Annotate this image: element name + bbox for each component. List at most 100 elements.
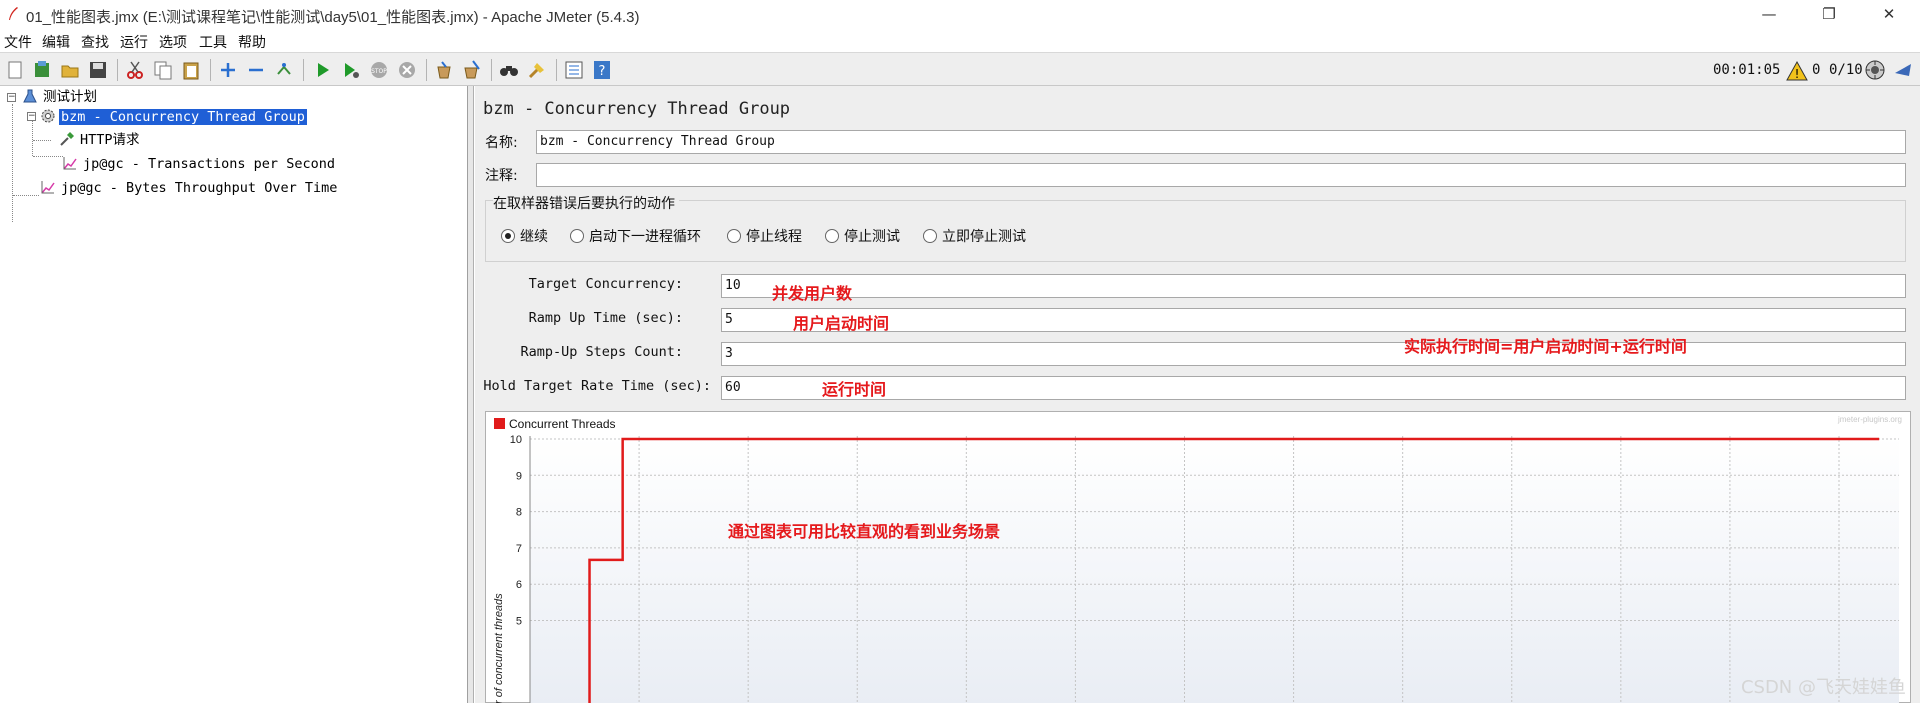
save-icon[interactable] — [87, 59, 109, 81]
chart-watermark: jmeter-plugins.org — [1837, 415, 1902, 424]
radio-dot — [501, 229, 515, 243]
pipette-icon — [60, 132, 74, 146]
chart-canvas: 10 9 8 7 6 5 r of concurrent threads Concurrent… — [493, 415, 1902, 703]
svg-text:STOP: STOP — [371, 68, 387, 75]
concurrency-chart: 10 9 8 7 6 5 r of concurrent threads Concurrent… — [485, 411, 1911, 703]
annotation-chart-note: 通过图表可用比较直观的看到业务场景 — [728, 522, 1001, 541]
sampler-error-legend: 在取样器错误后要执行的动作 — [493, 193, 679, 213]
new-icon[interactable] — [4, 59, 26, 81]
menu-options[interactable]: 选项 — [159, 32, 187, 52]
tree-item-thread-group[interactable]: bzm - Concurrency Thread Group — [40, 107, 307, 127]
y-tick-label: 8 — [516, 507, 522, 519]
restore-button[interactable]: ❐ — [1806, 0, 1852, 30]
radio-continue[interactable]: 继续 — [501, 226, 548, 246]
graph-icon — [41, 181, 55, 194]
y-tick-label: 10 — [510, 434, 522, 446]
radio-label: 启动下一进程循环 — [589, 229, 701, 245]
clear-icon[interactable] — [433, 59, 455, 81]
menu-help[interactable]: 帮助 — [238, 32, 266, 52]
ramp-up-steps-label: Ramp-Up Steps Count: — [520, 344, 683, 360]
tree-item-test-plan[interactable]: 测试计划 — [22, 87, 99, 107]
tree-label: 测试计划 — [43, 89, 97, 105]
window-title: 01_性能图表.jmx (E:\测试课程笔记\性能测试\day5\01_性能图表… — [26, 9, 640, 26]
hold-time-field[interactable]: 60 — [721, 376, 1906, 400]
radio-start-next-loop[interactable]: 启动下一进程循环 — [570, 226, 701, 246]
remote-status-icon[interactable] — [1864, 59, 1886, 81]
warning-icon[interactable]: ! — [1786, 60, 1808, 82]
start-icon[interactable] — [312, 59, 334, 81]
title-bar: 01_性能图表.jmx (E:\测试课程笔记\性能测试\day5\01_性能图表… — [0, 0, 1920, 30]
toolbar-separator — [117, 59, 118, 81]
tree-expander-test-plan[interactable]: − — [7, 93, 16, 102]
tree-item-http-request[interactable]: HTTP请求 — [59, 130, 142, 150]
active-threads: 0/10 — [1829, 62, 1863, 78]
jmeter-feather-icon — [9, 7, 18, 20]
ramp-up-label: Ramp Up Time (sec): — [528, 310, 683, 326]
radio-label: 停止测试 — [844, 229, 900, 245]
reset-search-icon[interactable] — [526, 59, 548, 81]
annotation-hold: 运行时间 — [822, 380, 887, 399]
tree-connector — [12, 104, 13, 222]
tree-item-tps-listener[interactable]: jp@gc - Transactions per Second — [62, 154, 337, 174]
panel-title: bzm - Concurrency Thread Group — [483, 99, 791, 119]
cut-icon[interactable] — [124, 59, 146, 81]
legend-swatch — [494, 418, 505, 429]
menu-search[interactable]: 查找 — [81, 32, 109, 52]
clear-all-icon[interactable] — [461, 59, 483, 81]
tree-label: bzm - Concurrency Thread Group — [59, 109, 307, 125]
menu-bar: 文件 编辑 查找 运行 选项 工具 帮助 — [0, 30, 1920, 52]
hold-time-label: Hold Target Rate Time (sec): — [483, 378, 711, 394]
y-axis-label: r of concurrent threads — [493, 593, 505, 703]
start-no-pauses-icon[interactable] — [340, 59, 362, 81]
tree-item-bytes-listener[interactable]: jp@gc - Bytes Throughput Over Time — [40, 178, 339, 198]
y-tick-label: 6 — [516, 579, 522, 591]
templates-icon[interactable] — [31, 59, 53, 81]
y-tick-label: 7 — [516, 543, 522, 555]
toolbar-separator — [303, 59, 304, 81]
function-helper-icon[interactable] — [563, 59, 585, 81]
csdn-watermark: CSDN @飞天娃娃鱼 — [1740, 677, 1906, 698]
open-icon[interactable] — [59, 59, 81, 81]
name-field[interactable]: bzm - Concurrency Thread Group — [536, 130, 1906, 154]
help-icon[interactable]: ? — [591, 59, 613, 81]
ramp-up-steps-field[interactable]: 3 — [721, 342, 1906, 366]
annotation-total-time: 实际执行时间=用户启动时间+运行时间 — [1404, 337, 1687, 356]
stop-icon[interactable]: STOP — [368, 59, 390, 81]
comment-field[interactable] — [536, 163, 1906, 187]
copy-icon[interactable] — [152, 59, 174, 81]
annotation-ramp-up: 用户启动时间 — [793, 314, 890, 333]
graph-icon — [63, 157, 77, 170]
toolbar-separator — [491, 59, 492, 81]
search-binoculars-icon[interactable] — [498, 59, 520, 81]
ramp-up-field[interactable]: 5 — [721, 308, 1906, 332]
radio-dot — [570, 229, 584, 243]
tree-connector — [33, 156, 63, 157]
log-viewer-icon[interactable] — [1892, 59, 1914, 81]
menu-run[interactable]: 运行 — [120, 32, 148, 52]
tree-expander-thread-group[interactable]: − — [27, 112, 36, 121]
radio-stop-test[interactable]: 停止测试 — [825, 226, 900, 246]
expand-all-icon[interactable] — [217, 59, 239, 81]
tree-label: jp@gc - Transactions per Second — [83, 156, 335, 172]
target-concurrency-field[interactable]: 10 — [721, 274, 1906, 298]
menu-edit[interactable]: 编辑 — [42, 32, 70, 52]
paste-icon[interactable] — [180, 59, 202, 81]
radio-stop-thread[interactable]: 停止线程 — [727, 226, 802, 246]
panel-splitter[interactable] — [468, 86, 474, 703]
toolbar: STOP ? 00:01:05 ! 0 0/10 — [0, 52, 1920, 86]
tree-connector — [13, 195, 39, 196]
shutdown-icon[interactable] — [396, 59, 418, 81]
y-tick-label: 9 — [516, 470, 522, 482]
tree-connector — [33, 140, 51, 141]
collapse-all-icon[interactable] — [245, 59, 267, 81]
toolbar-separator — [210, 59, 211, 81]
menu-file[interactable]: 文件 — [4, 32, 32, 52]
close-button[interactable]: ✕ — [1866, 0, 1912, 30]
elapsed-time: 00:01:05 — [1713, 62, 1781, 78]
minimize-button[interactable]: — — [1746, 0, 1792, 30]
radio-label: 继续 — [520, 229, 548, 245]
svg-text:!: ! — [1795, 67, 1800, 81]
toggle-icon[interactable] — [273, 59, 295, 81]
menu-tools[interactable]: 工具 — [199, 32, 227, 52]
radio-stop-test-now[interactable]: 立即停止测试 — [923, 226, 1026, 246]
